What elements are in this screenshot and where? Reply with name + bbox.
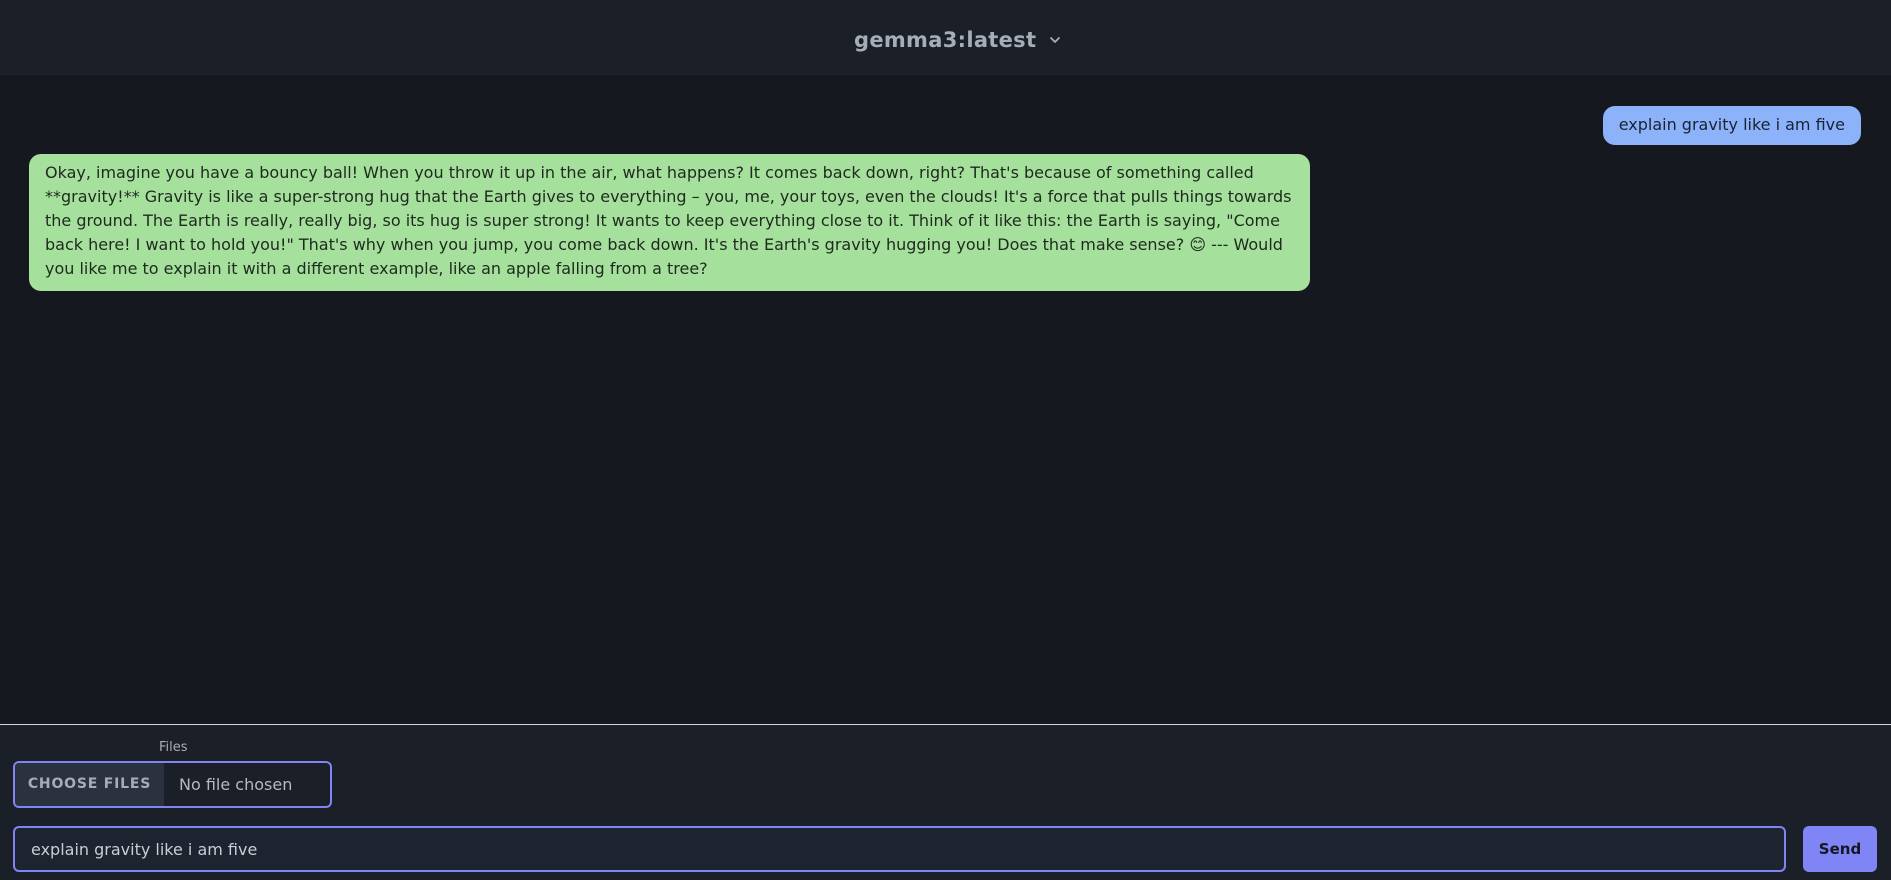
message-input[interactable] — [13, 826, 1786, 872]
send-button[interactable]: Send — [1803, 826, 1877, 872]
model-select[interactable]: gemma3:latest — [840, 18, 1070, 64]
no-file-chosen-text: No file chosen — [179, 775, 293, 794]
files-label: Files — [159, 740, 188, 755]
file-upload-input[interactable]: CHOOSE FILES No file chosen — [13, 761, 332, 808]
choose-files-button[interactable]: CHOOSE FILES — [15, 763, 164, 806]
assistant-message-bubble: Okay, imagine you have a bouncy ball! Wh… — [29, 154, 1310, 291]
model-select-value: gemma3:latest — [854, 28, 1037, 52]
chat-area: explain gravity like i am five Okay, ima… — [0, 75, 1891, 724]
user-message-bubble: explain gravity like i am five — [1602, 106, 1861, 145]
composer: Files CHOOSE FILES No file chosen Send — [0, 724, 1891, 880]
chevron-down-icon — [1050, 37, 1060, 43]
header-bar: gemma3:latest — [0, 0, 1891, 75]
